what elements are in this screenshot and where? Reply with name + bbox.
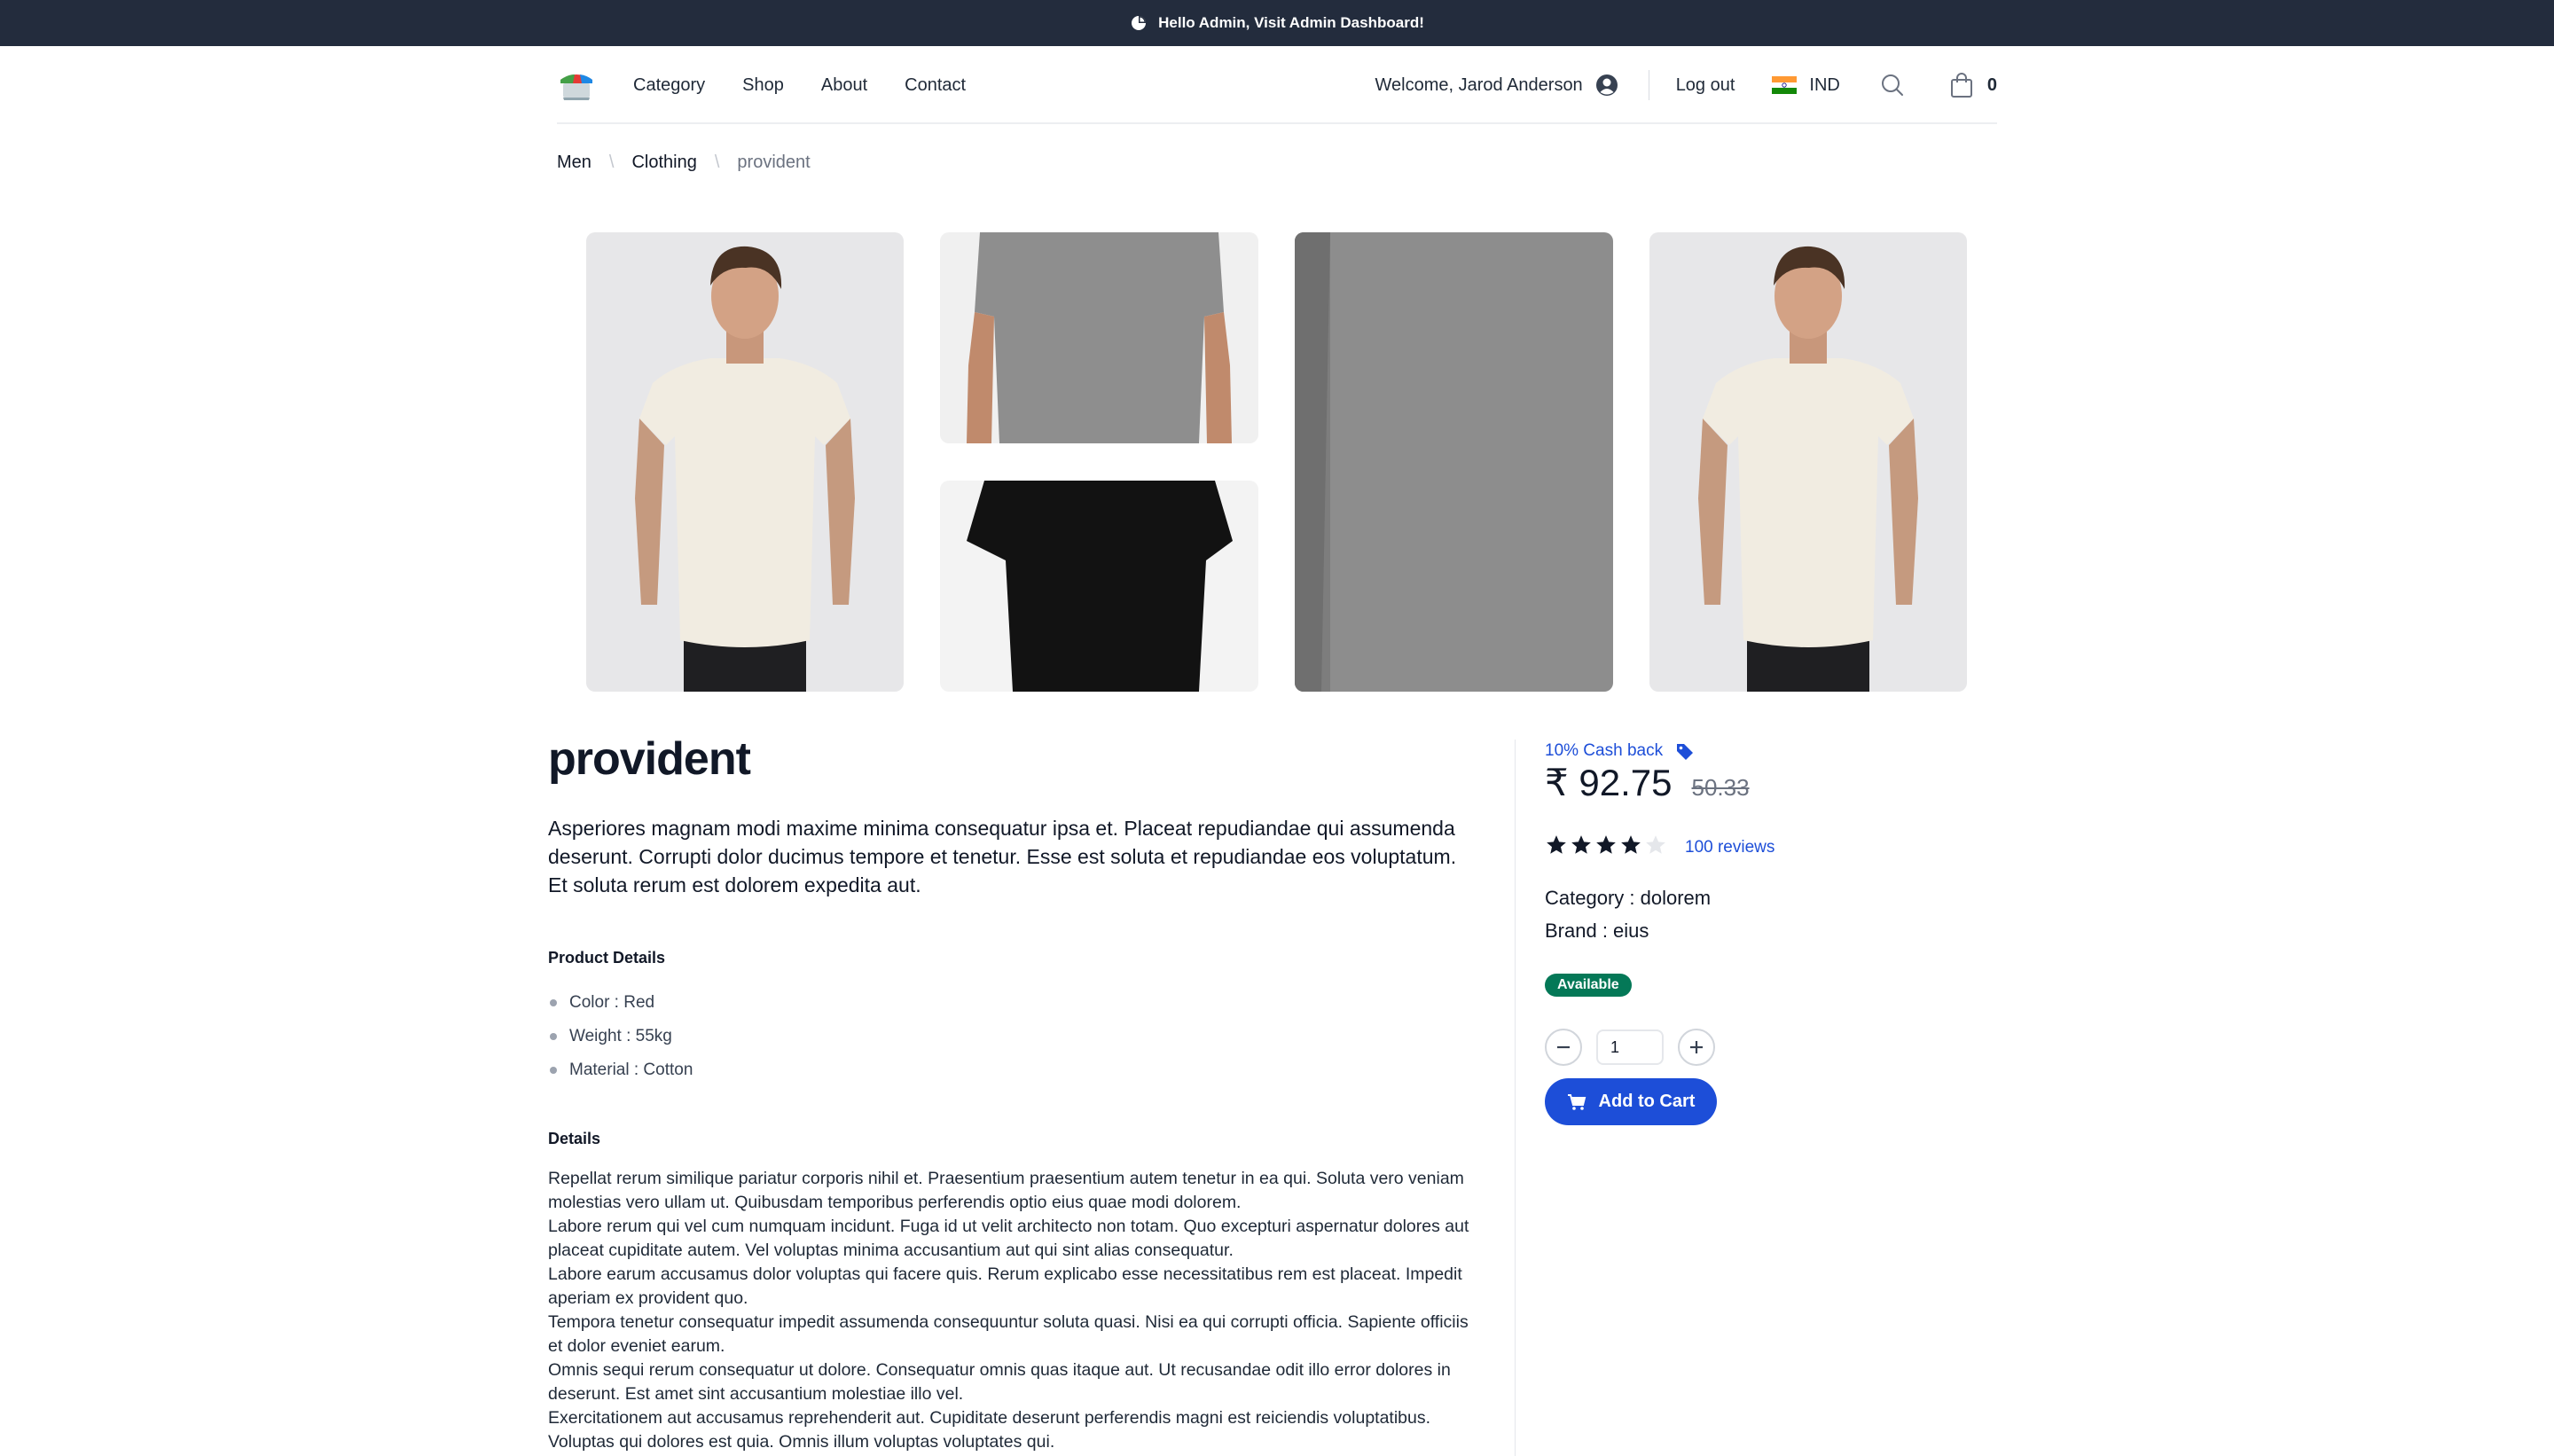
product-image-black-tee[interactable] [940, 481, 1258, 692]
product-image-model-side[interactable] [1649, 232, 1967, 692]
user-actions: Welcome, Jarod Anderson Log out IND 0 [1375, 46, 1997, 124]
shopping-bag-icon [1950, 73, 1972, 98]
availability-badge: Available [1545, 974, 1632, 997]
column-divider [1515, 740, 1516, 1456]
minus-icon [1557, 1045, 1570, 1049]
details-paragraph: Repellat rerum similique pariatur corpor… [548, 1169, 1464, 1212]
product-image-grey-torso[interactable] [940, 232, 1258, 443]
nav-contact[interactable]: Contact [905, 75, 966, 96]
account-menu[interactable]: Welcome, Jarod Anderson [1375, 74, 1618, 97]
details-paragraph: Labore earum accusamus dolor voluptas qu… [548, 1264, 1462, 1308]
star-filled-icon [1596, 835, 1616, 854]
star-filled-icon [1571, 835, 1591, 854]
pie-chart-icon [1132, 16, 1147, 30]
quantity-input[interactable] [1596, 1029, 1664, 1065]
navbar: Category Shop About Contact Welcome, Jar… [557, 46, 1997, 124]
product-brand: Brand : eius [1545, 920, 1649, 942]
product-title: provident [548, 733, 751, 785]
logout-link[interactable]: Log out [1676, 75, 1735, 96]
welcome-text: Welcome, Jarod Anderson [1375, 74, 1583, 95]
breadcrumb-current: provident [737, 153, 811, 172]
star-empty-icon [1646, 835, 1665, 854]
details-paragraph: Exercitationem aut accusamus reprehender… [548, 1408, 1431, 1452]
cart-icon [1567, 1093, 1586, 1110]
admin-banner[interactable]: Hello Admin, Visit Admin Dashboard! [0, 0, 2554, 46]
current-price: ₹ 92.75 [1545, 762, 1673, 803]
user-icon [1595, 74, 1618, 96]
india-flag-icon [1772, 76, 1798, 94]
breadcrumb: Men \ Clothing \ provident [557, 153, 811, 173]
main-nav: Category Shop About Contact [633, 46, 966, 124]
cart-button[interactable]: 0 [1950, 72, 1997, 98]
star-filled-icon [1621, 835, 1641, 854]
cart-count: 0 [1986, 74, 1997, 95]
breadcrumb-clothing[interactable]: Clothing [631, 153, 696, 173]
spec-material: Material : Cotton [548, 1053, 693, 1087]
product-details-heading: Product Details [548, 949, 666, 967]
search-button[interactable] [1881, 74, 1904, 97]
breadcrumb-men[interactable]: Men [557, 153, 591, 173]
details-paragraph: Omnis sequi rerum consequatur ut dolore.… [548, 1360, 1451, 1404]
details-text: Repellat rerum similique pariatur corpor… [548, 1167, 1479, 1454]
country-selector[interactable]: IND [1772, 74, 1840, 96]
add-to-cart-label: Add to Cart [1598, 1092, 1696, 1111]
cashback-offer: 10% Cash back [1545, 741, 1695, 761]
add-to-cart-button[interactable]: Add to Cart [1545, 1078, 1717, 1125]
nav-shop[interactable]: Shop [742, 75, 784, 96]
rating-row: 100 reviews [1545, 834, 1774, 861]
nav-about[interactable]: About [821, 75, 867, 96]
spec-color: Color : Red [548, 986, 693, 1020]
banner-text[interactable]: Hello Admin, Visit Admin Dashboard! [1158, 14, 1424, 32]
product-image-fabric-closeup[interactable] [1295, 232, 1613, 692]
search-icon [1881, 74, 1903, 96]
star-filled-icon [1547, 835, 1566, 854]
tag-icon [1677, 744, 1694, 760]
spec-weight: Weight : 55kg [548, 1020, 693, 1053]
increase-quantity-button[interactable] [1678, 1029, 1715, 1066]
product-description: Asperiores magnam modi maxime minima con… [548, 817, 1457, 896]
nav-category[interactable]: Category [633, 75, 705, 96]
original-price: 50.33 [1691, 774, 1750, 801]
store-logo[interactable] [557, 67, 596, 103]
price-row: ₹ 92.75 50.33 [1545, 761, 1750, 804]
product-specs: Color : Red Weight : 55kg Material : Cot… [548, 986, 693, 1087]
details-paragraph: Tempora tenetur consequatur impedit assu… [548, 1312, 1469, 1356]
plus-icon [1690, 1041, 1703, 1053]
reviews-link[interactable]: 100 reviews [1685, 838, 1774, 857]
breadcrumb-separator: \ [714, 153, 720, 172]
product-image-model-front[interactable] [586, 232, 904, 692]
quantity-stepper [1545, 1029, 1715, 1066]
country-code: IND [1809, 74, 1840, 95]
cashback-text: 10% Cash back [1545, 741, 1664, 760]
product-category: Category : dolorem [1545, 887, 1712, 909]
details-heading: Details [548, 1130, 601, 1147]
breadcrumb-separator: \ [608, 153, 615, 172]
decrease-quantity-button[interactable] [1545, 1029, 1582, 1066]
star-rating [1545, 834, 1669, 861]
details-paragraph: Labore rerum qui vel cum numquam incidun… [548, 1217, 1469, 1260]
